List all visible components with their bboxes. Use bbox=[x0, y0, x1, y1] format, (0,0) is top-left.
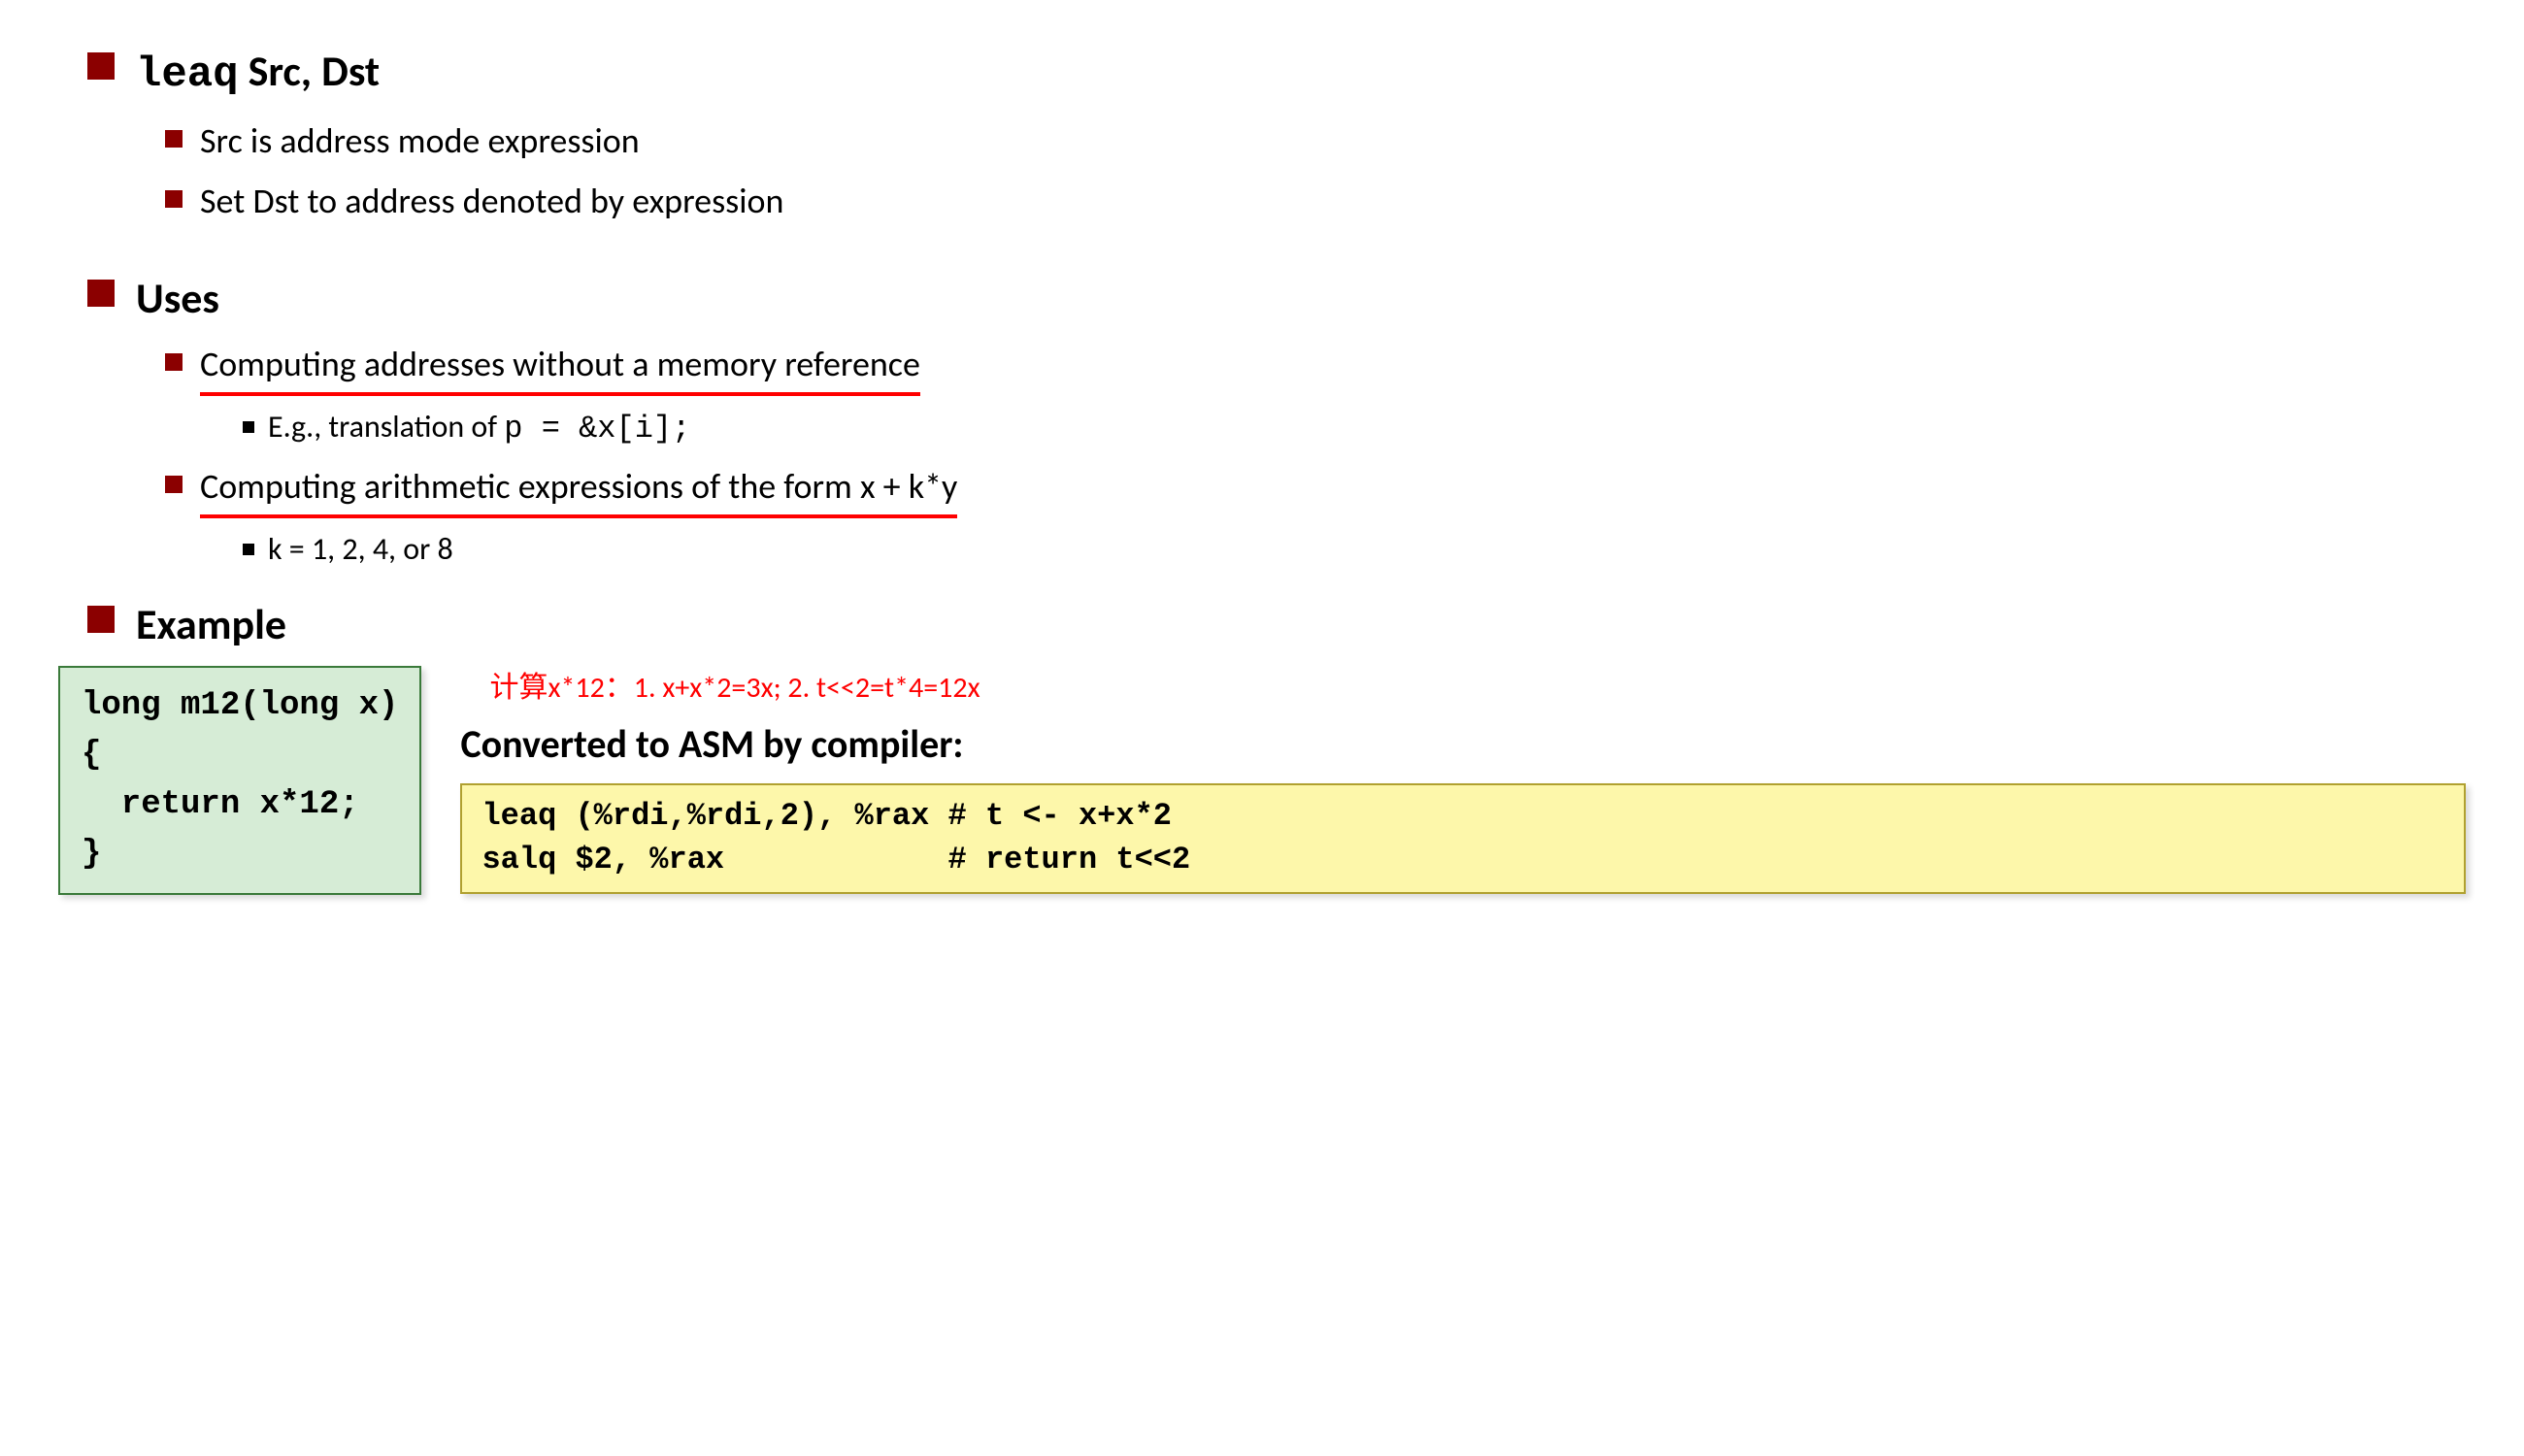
uses-item-2-sub: k = 1, 2, 4, or 8 bbox=[268, 526, 453, 573]
uses-item-1-row: Computing addresses without a memory ref… bbox=[165, 338, 2466, 396]
uses-item-1-sub-prefix: E.g., translation of bbox=[268, 408, 504, 446]
leaq-heading-mono: leaq bbox=[136, 50, 239, 99]
chinese-annotation: 计算x*12：1. x+x*2=3x; 2. t<<2=t*4=12x bbox=[489, 666, 2466, 710]
leaq-desc-1-row: Src is address mode expression bbox=[165, 115, 2466, 167]
leaq-heading-text: leaq Src, Dst bbox=[136, 39, 380, 107]
uses-heading-text: Uses bbox=[136, 266, 219, 330]
uses-item-2-sub-row: k = 1, 2, 4, or 8 bbox=[243, 526, 2466, 573]
bullet-large-icon bbox=[87, 606, 115, 633]
section-leaq-heading: leaq Src, Dst bbox=[87, 39, 2466, 107]
uses-item-2: Computing arithmetic expressions of the … bbox=[200, 460, 957, 518]
bullet-large-icon bbox=[87, 280, 115, 307]
bullet-small-icon bbox=[243, 421, 254, 433]
leaq-desc-2-row: Set Dst to address denoted by expression bbox=[165, 175, 2466, 227]
bullet-large-icon bbox=[87, 52, 115, 80]
bullet-medium-icon bbox=[165, 353, 183, 371]
bullet-medium-icon bbox=[165, 130, 183, 148]
example-content-row: long m12(long x) { return x*12; } 计算x*12… bbox=[58, 666, 2466, 895]
section-example-heading: Example bbox=[87, 592, 2466, 656]
uses-item-1-text: Computing addresses without a memory ref… bbox=[200, 338, 920, 396]
asm-title: Converted to ASM by compiler: bbox=[460, 715, 2466, 774]
asm-column: 计算x*12：1. x+x*2=3x; 2. t<<2=t*4=12x Conv… bbox=[460, 666, 2466, 894]
leaq-desc-2: Set Dst to address denoted by expression bbox=[200, 175, 783, 227]
uses-item-1-sub-row: E.g., translation of p = &x[i]; bbox=[243, 404, 2466, 452]
uses-item-1-sub: E.g., translation of p = &x[i]; bbox=[268, 404, 690, 452]
leaq-desc-1: Src is address mode expression bbox=[200, 115, 640, 167]
bullet-small-icon bbox=[243, 544, 254, 555]
bullet-medium-icon bbox=[165, 476, 183, 493]
uses-item-1: Computing addresses without a memory ref… bbox=[200, 338, 920, 396]
c-code-box: long m12(long x) { return x*12; } bbox=[58, 666, 421, 895]
asm-code-box: leaq (%rdi,%rdi,2), %rax # t <- x+x*2 sa… bbox=[460, 783, 2466, 894]
leaq-heading-rest: Src, Dst bbox=[239, 45, 381, 97]
uses-item-2-row: Computing arithmetic expressions of the … bbox=[165, 460, 2466, 518]
uses-item-1-sub-code: p = &x[i]; bbox=[504, 411, 690, 447]
section-uses-heading: Uses bbox=[87, 266, 2466, 330]
uses-item-2-text: Computing arithmetic expressions of the … bbox=[200, 460, 957, 518]
example-heading-text: Example bbox=[136, 592, 286, 656]
bullet-medium-icon bbox=[165, 190, 183, 208]
